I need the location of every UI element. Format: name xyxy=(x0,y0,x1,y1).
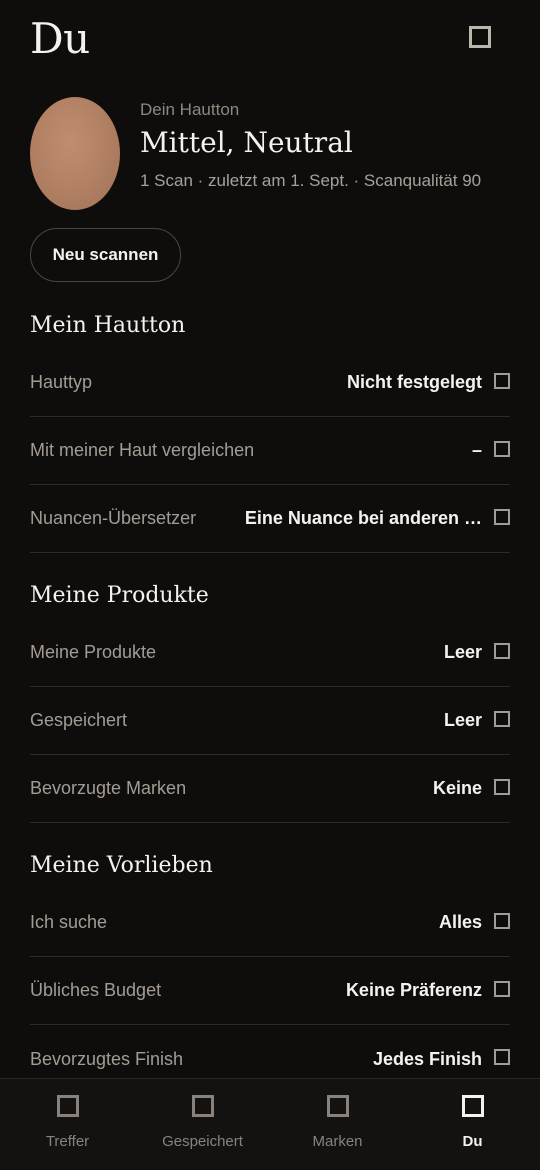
bottom-tab-bar: Treffer Gespeichert Marken Du xyxy=(0,1078,540,1170)
row-value: – xyxy=(471,440,482,460)
row-budget[interactable]: Übliches Budget Keine Präferenz xyxy=(30,957,510,1025)
skin-tone-swatch xyxy=(30,97,120,210)
tab-label: Marken xyxy=(312,1133,363,1150)
row-label: Ich suche xyxy=(30,912,108,932)
row-value: Leer xyxy=(443,642,482,662)
chevron-right-icon xyxy=(494,508,510,525)
tab-profile[interactable]: Du xyxy=(405,1079,540,1170)
row-hauttyp[interactable]: Hauttyp Nicht festgelegt xyxy=(30,349,510,417)
chevron-right-icon xyxy=(494,440,510,457)
chevron-right-icon xyxy=(494,980,510,997)
row-label: Gespeichert xyxy=(30,710,128,730)
skin-tone-value: Mittel, Neutral xyxy=(140,126,353,159)
rescan-button[interactable]: Neu scannen xyxy=(30,228,181,282)
row-looking-for[interactable]: Ich suche Alles xyxy=(30,889,510,957)
row-label: Meine Produkte xyxy=(30,642,157,662)
tab-label: Treffer xyxy=(45,1133,90,1150)
chevron-right-icon xyxy=(494,912,510,929)
row-value: Jedes Finish xyxy=(372,1048,482,1069)
tab-matches[interactable]: Treffer xyxy=(0,1079,135,1170)
row-value: Leer xyxy=(443,710,482,730)
row-compare-skin[interactable]: Mit meiner Haut vergleichen – xyxy=(30,417,510,485)
tab-label: Gespeichert xyxy=(162,1133,243,1150)
chevron-right-icon xyxy=(494,1049,510,1065)
scan-meta: 1 Scan · zuletzt am 1. Sept. · Scanquali… xyxy=(140,171,482,190)
chevron-right-icon xyxy=(494,778,510,795)
row-label: Übliches Budget xyxy=(30,980,162,1000)
section-title-produkte: Meine Produkte xyxy=(30,583,209,608)
row-shade-translator[interactable]: Nuancen-Übersetzer Eine Nuance bei ander… xyxy=(30,485,510,553)
section-title-vorlieben: Meine Vorlieben xyxy=(30,853,213,878)
section-title-hautton: Mein Hautton xyxy=(30,313,186,338)
row-value: Nicht festgelegt xyxy=(346,372,482,392)
matches-icon xyxy=(56,1095,79,1117)
skin-tone-label: Dein Hautton xyxy=(140,100,240,119)
tab-label: Du xyxy=(462,1133,483,1150)
row-label: Bevorzugte Marken xyxy=(30,778,187,798)
row-value: Alles xyxy=(438,912,482,932)
settings-icon[interactable] xyxy=(469,26,491,48)
row-label: Hauttyp xyxy=(30,372,93,392)
row-label: Mit meiner Haut vergleichen xyxy=(30,440,255,460)
row-value: Keine xyxy=(432,778,482,798)
row-my-products[interactable]: Meine Produkte Leer xyxy=(30,619,510,687)
row-value: Keine Präferenz xyxy=(345,980,482,1000)
row-value: Eine Nuance bei anderen … xyxy=(244,508,482,528)
profile-icon xyxy=(461,1095,484,1117)
chevron-right-icon xyxy=(494,710,510,727)
tab-brands[interactable]: Marken xyxy=(270,1079,405,1170)
chevron-right-icon xyxy=(494,642,510,659)
chevron-right-icon xyxy=(494,372,510,389)
brands-icon xyxy=(326,1095,349,1117)
row-saved[interactable]: Gespeichert Leer xyxy=(30,687,510,755)
row-favorite-brands[interactable]: Bevorzugte Marken Keine xyxy=(30,755,510,823)
page-title: Du xyxy=(30,14,90,63)
saved-icon xyxy=(191,1095,214,1117)
tab-saved[interactable]: Gespeichert xyxy=(135,1079,270,1170)
row-label: Nuancen-Übersetzer xyxy=(30,508,197,528)
row-label: Bevorzugtes Finish xyxy=(30,1048,184,1069)
